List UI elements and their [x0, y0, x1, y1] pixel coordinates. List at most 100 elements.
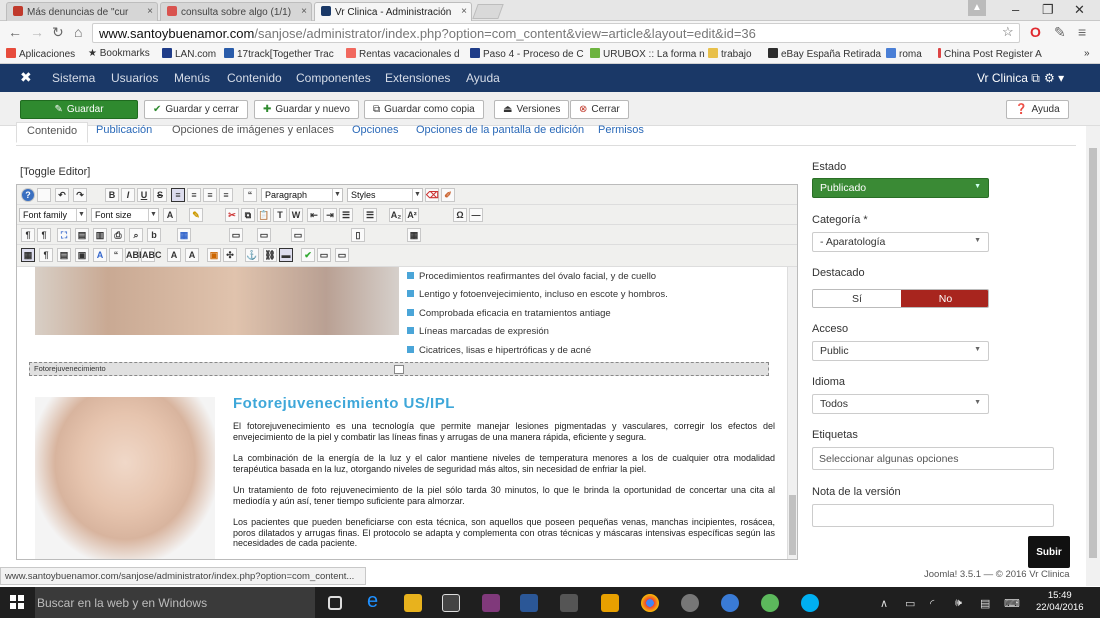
fullscreen-icon[interactable]: ⛶	[57, 228, 71, 242]
extension-pen-icon[interactable]: ✎	[1054, 24, 1066, 41]
tab-publicacion[interactable]: Publicación	[96, 124, 152, 136]
close-tab-icon[interactable]: ×	[147, 6, 153, 17]
font-family-select[interactable]: Font family ▼	[19, 208, 87, 222]
categoria-select[interactable]: - Aparatología ▼	[812, 232, 989, 252]
chrome-icon[interactable]	[641, 594, 659, 612]
etiquetas-input[interactable]: Seleccionar algunas opciones	[812, 447, 1054, 470]
page-scrollbar[interactable]	[1086, 126, 1100, 586]
windows-start-icon[interactable]	[10, 595, 24, 609]
paste-icon[interactable]: 📋	[257, 208, 271, 222]
rtl-icon[interactable]: ¶	[37, 228, 51, 242]
save-new-button[interactable]: ✚ Guardar y nuevo	[254, 100, 359, 119]
pagebreak-icon[interactable]: ▭	[317, 248, 331, 262]
insert-row-icon[interactable]: ▭	[291, 228, 305, 242]
indent-icon[interactable]: ⇥	[323, 208, 337, 222]
menu-menus[interactable]: Menús	[174, 71, 210, 85]
taskbar-search[interactable]: Buscar en la web y en Windows	[35, 587, 315, 618]
drag-handle-icon[interactable]	[394, 365, 404, 374]
insert-col-icon[interactable]: ▯	[351, 228, 365, 242]
align-center-icon[interactable]: ≡	[187, 188, 201, 202]
app3-icon[interactable]	[721, 594, 739, 612]
cleanup-icon[interactable]: ✐	[441, 188, 455, 202]
new-tab-button[interactable]	[472, 4, 504, 19]
redo-icon[interactable]: ↷	[73, 188, 87, 202]
close-tab-icon[interactable]: ×	[301, 6, 307, 17]
bookmark-urubox[interactable]: URUBOX :: La forma n	[590, 48, 705, 60]
edge-icon[interactable]: e	[367, 590, 385, 612]
tab-opciones[interactable]: Opciones	[352, 124, 398, 136]
tab-contenido[interactable]: Contenido	[16, 122, 89, 143]
abbr-icon[interactable]: ABBR	[125, 248, 152, 262]
strikethrough-icon[interactable]: S	[153, 188, 167, 202]
ltr-icon[interactable]: ¶	[21, 228, 35, 242]
font-size-select[interactable]: Font size ▼	[91, 208, 159, 222]
preview-icon[interactable]: ▤	[75, 228, 89, 242]
app2-icon[interactable]	[681, 594, 699, 612]
bookmark-rentas[interactable]: Rentas vacacionales d	[346, 48, 460, 60]
store-icon[interactable]	[442, 594, 460, 612]
horizontal-rule-icon[interactable]: —	[469, 208, 483, 222]
tray-chevron-icon[interactable]: ∧	[880, 597, 888, 610]
browser-tab-1[interactable]: Más denuncias de "cur ×	[6, 2, 158, 21]
readmore-icon[interactable]: ▭	[335, 248, 349, 262]
paste-text-icon[interactable]: T	[273, 208, 287, 222]
file-explorer-icon[interactable]	[404, 594, 422, 612]
versions-button[interactable]: ⏏ Versiones	[494, 100, 570, 119]
unlink-icon[interactable]: ▬	[279, 248, 293, 262]
cut-icon[interactable]: ✂	[225, 208, 239, 222]
superscript-icon[interactable]: A²	[405, 208, 419, 222]
maximize-icon[interactable]: ❐	[1042, 2, 1054, 18]
site-link[interactable]: Vr Clinica ⧉	[977, 71, 1040, 86]
align-justify-icon[interactable]: ≡	[219, 188, 233, 202]
undo-icon[interactable]: ↶	[55, 188, 69, 202]
idioma-select[interactable]: Todos ▼	[812, 394, 989, 414]
styles-select[interactable]: Styles ▼	[347, 188, 423, 202]
template-icon[interactable]: ▥	[93, 228, 107, 242]
menu-componentes[interactable]: Componentes	[296, 71, 371, 85]
tab-pantalla-edicion[interactable]: Opciones de la pantalla de edición	[416, 124, 584, 136]
opera-icon[interactable]: O	[1030, 24, 1041, 40]
minimize-icon[interactable]: –	[1012, 2, 1019, 17]
cell-props-icon[interactable]: ▭	[257, 228, 271, 242]
back-icon[interactable]: ←	[8, 24, 22, 40]
settings-gear-icon[interactable]: ⚙ ▾	[1044, 71, 1064, 85]
italic-icon[interactable]: I	[121, 188, 135, 202]
bookmark-star-icon[interactable]: ☆	[1002, 24, 1014, 40]
anchor-icon[interactable]: ⚓	[245, 248, 259, 262]
profile-icon[interactable]: ▲	[968, 0, 986, 16]
tab-permisos[interactable]: Permisos	[598, 124, 644, 136]
copy-icon[interactable]: ⧉	[241, 208, 255, 222]
forward-icon[interactable]: →	[30, 24, 44, 40]
menu-contenido[interactable]: Contenido	[227, 71, 282, 85]
insert-layer-icon[interactable]: ▣	[75, 248, 89, 262]
menu-usuarios[interactable]: Usuarios	[111, 71, 158, 85]
table-icon[interactable]: ▦	[177, 228, 191, 242]
joomla-logo-icon[interactable]: ✖	[20, 69, 32, 86]
bookmark-chinapost[interactable]: China Post Register A	[938, 48, 1042, 60]
close-button[interactable]: ⊗ Cerrar	[570, 100, 629, 119]
menu-icon[interactable]: ≡	[1078, 24, 1086, 40]
bookmark-paso4[interactable]: Paso 4 - Proceso de C	[470, 48, 584, 60]
help-icon[interactable]: ?	[21, 188, 35, 202]
numbered-list-icon[interactable]: ☰	[363, 208, 377, 222]
browser-tab-2[interactable]: consulta sobre algo (1/1) ×	[160, 2, 312, 21]
onenote-icon[interactable]	[482, 594, 500, 612]
editor-scrollbar[interactable]	[787, 267, 797, 559]
toggle-editor-link[interactable]: [Toggle Editor]	[20, 166, 90, 178]
bullet-list-icon[interactable]: ☰	[339, 208, 353, 222]
taskbar-clock[interactable]: 15:49 22/04/2016	[1036, 590, 1084, 614]
help-button[interactable]: ❓ Ayuda	[1006, 100, 1069, 119]
highlight-icon[interactable]: ✎	[189, 208, 203, 222]
format-select[interactable]: Paragraph ▼	[261, 188, 343, 202]
new-doc-icon[interactable]	[37, 188, 51, 202]
destacado-yes-button[interactable]: Sí	[813, 290, 901, 307]
menu-sistema[interactable]: Sistema	[52, 71, 95, 85]
underline-icon[interactable]: U	[137, 188, 151, 202]
bold-icon[interactable]: B	[105, 188, 119, 202]
save-copy-button[interactable]: ⧉ Guardar como copia	[364, 100, 484, 119]
volume-icon[interactable]: 🕪	[955, 597, 962, 610]
merge-cells-icon[interactable]: ▦	[407, 228, 421, 242]
skype-icon[interactable]	[801, 594, 819, 612]
nota-version-input[interactable]	[812, 504, 1054, 527]
outdent-icon[interactable]: ⇤	[307, 208, 321, 222]
